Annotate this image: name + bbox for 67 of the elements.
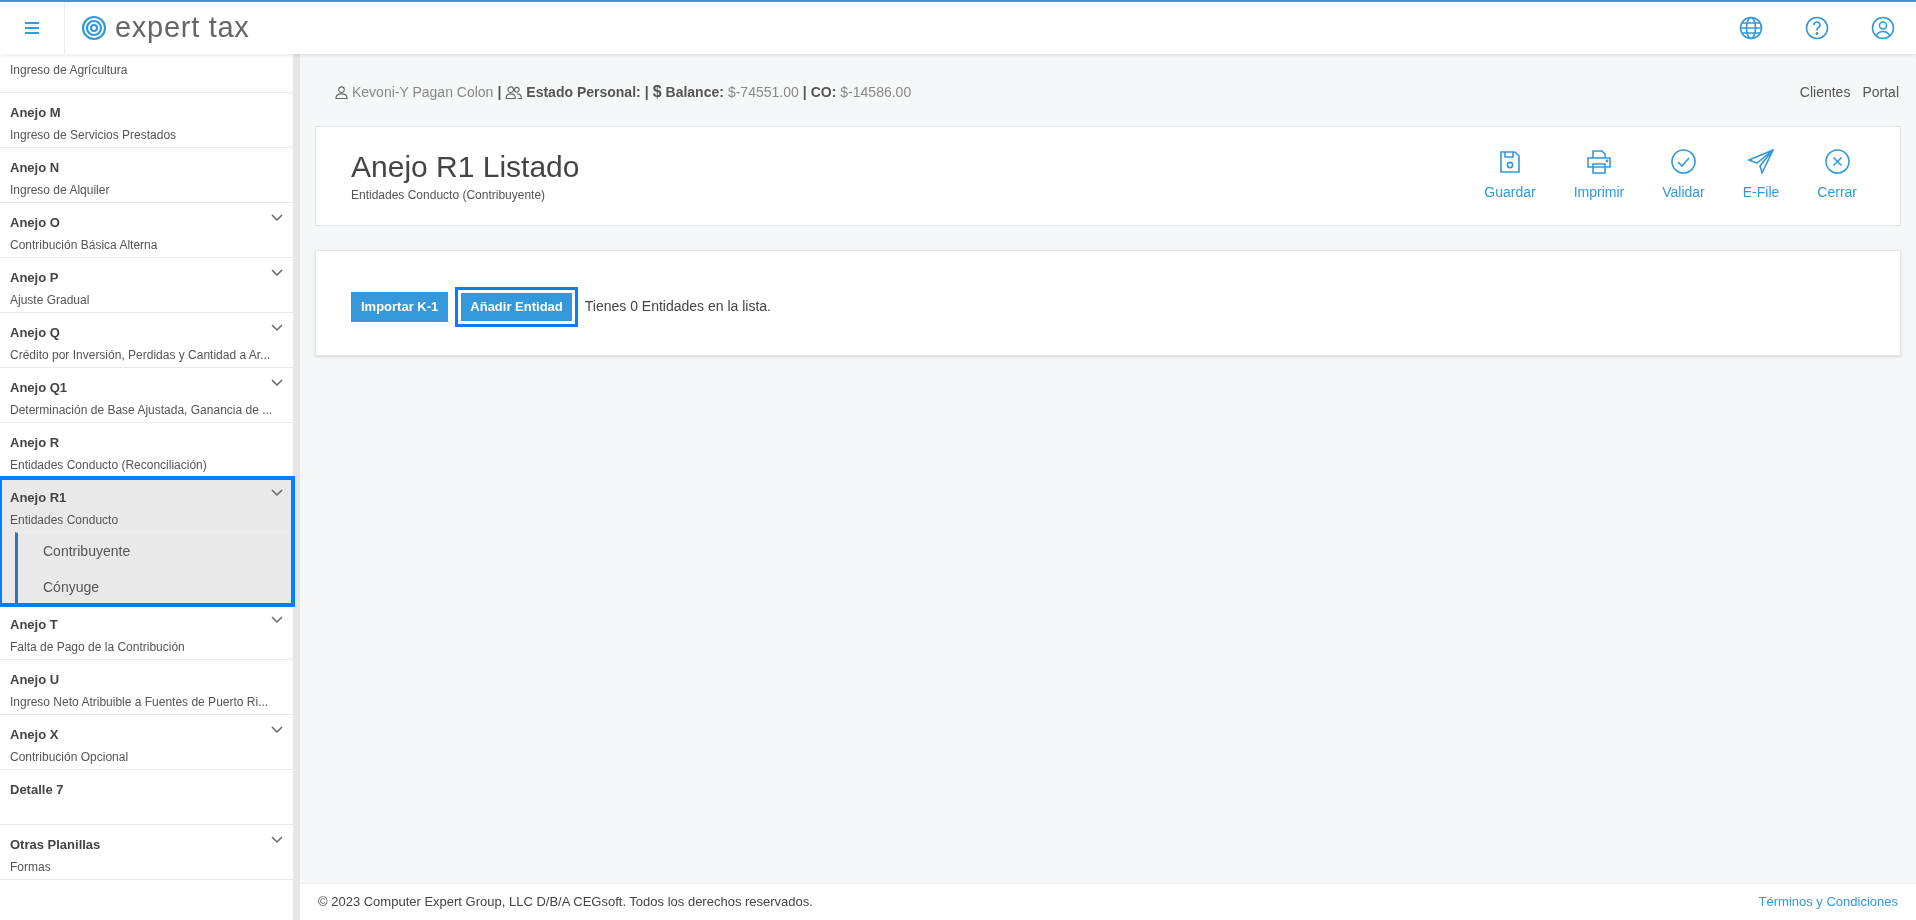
sidebar-item-title: Anejo M bbox=[10, 104, 61, 122]
paper-plane-icon bbox=[1748, 149, 1775, 174]
client-name: Kevoni-Y Pagan Colon bbox=[352, 82, 494, 102]
sidebar-item-title: Anejo T bbox=[10, 616, 58, 634]
sidebar-item-title: Anejo R1 bbox=[10, 489, 67, 507]
check-circle-icon bbox=[1671, 149, 1696, 174]
entity-count-message: Tienes 0 Entidades en la lista. bbox=[584, 297, 771, 316]
sidebar-item-title: Anejo R bbox=[10, 434, 60, 452]
sidebar-item-subtitle: Ingreso de Alquiler bbox=[10, 181, 110, 199]
sidebar-item-subtitle: Entidades Conducto (Reconciliación) bbox=[10, 456, 207, 474]
separator: | bbox=[802, 82, 807, 102]
separator: | bbox=[644, 82, 649, 102]
sidebar-item-subtitle: Ajuste Gradual bbox=[10, 291, 90, 309]
nav-link[interactable]: Portal bbox=[1862, 81, 1899, 103]
globe-icon[interactable] bbox=[1739, 16, 1763, 40]
sidebar-subitem[interactable]: Cónyuge bbox=[18, 569, 293, 605]
person-icon bbox=[335, 85, 348, 99]
close-icon bbox=[1824, 149, 1850, 174]
separator: | bbox=[497, 82, 502, 102]
sidebar-item-subtitle: Crédito por Inversión, Perdidas y Cantidad a Ar... bbox=[10, 346, 271, 364]
dollar-sign: $ bbox=[652, 82, 662, 102]
chevron-down-icon[interactable] bbox=[271, 836, 283, 844]
sidebar-item-subtitle: Ingreso de Servicios Prestados bbox=[10, 126, 177, 144]
sidebar-item-subtitle: Contribución Básica Alterna bbox=[10, 236, 158, 254]
save-icon bbox=[1499, 150, 1521, 174]
sidebar-item-title: Anejo Q1 bbox=[10, 379, 68, 397]
sidebar-item-title: Anejo N bbox=[10, 159, 60, 177]
chevron-down-icon[interactable] bbox=[271, 616, 283, 624]
sidebar-item-subtitle: Contribución Opcional bbox=[10, 748, 129, 766]
menu-icon bbox=[25, 22, 39, 34]
people-icon bbox=[505, 85, 523, 99]
sidebar-item-subtitle: Ingreso de Agrícultura bbox=[10, 62, 128, 79]
chevron-down-icon[interactable] bbox=[271, 324, 283, 332]
sidebar-item-title: Anejo X bbox=[10, 726, 59, 744]
sidebar-item-subtitle: Determinación de Base Ajustada, Ganancia de ... bbox=[10, 401, 273, 419]
sidebar-item-title: Anejo P bbox=[10, 269, 59, 287]
co-value: $-14586.00 bbox=[840, 82, 912, 102]
co-label: CO: bbox=[810, 82, 837, 102]
chevron-down-icon[interactable] bbox=[271, 214, 283, 222]
copyright-text: © 2023 Computer Expert Group, LLC D/B/A CEGsoft. Todos los derechos reservados. bbox=[318, 893, 813, 912]
sidebar-item-title: Anejo Q bbox=[10, 324, 60, 342]
chevron-down-icon[interactable] bbox=[271, 379, 283, 387]
chevron-down-icon[interactable] bbox=[271, 269, 283, 277]
logo-icon bbox=[81, 15, 107, 41]
brand-name: expert tax bbox=[115, 10, 250, 46]
help-icon[interactable] bbox=[1805, 16, 1829, 40]
sidebar-item-subtitle: Entidades Conducto bbox=[10, 511, 119, 529]
sidebar-item-title: Anejo O bbox=[10, 214, 60, 232]
nav-link[interactable]: Clientes bbox=[1799, 81, 1851, 103]
sidebar-item-subtitle: Falta de Pago de la Contribución bbox=[10, 638, 185, 656]
chevron-down-icon[interactable] bbox=[271, 726, 283, 734]
sidebar-subitem[interactable]: Contribuyente bbox=[18, 533, 293, 569]
chevron-down-icon[interactable] bbox=[271, 489, 283, 497]
sidebar-item-subtitle: Ingreso Neto Atribuible a Fuentes de Puerto Ri... bbox=[10, 693, 269, 711]
sidebar-item-title: Anejo U bbox=[10, 671, 60, 689]
scrollbar[interactable] bbox=[293, 54, 300, 920]
printer-icon bbox=[1585, 150, 1612, 174]
marital-status-label: Estado Personal: bbox=[526, 82, 641, 102]
user-icon[interactable] bbox=[1871, 16, 1895, 40]
sidebar-item[interactable]: Anejo R1 Entidades Conducto Contribuyente Cónyuge bbox=[0, 478, 293, 605]
page-subtitle: Entidades Conducto (Contribuyente) bbox=[351, 186, 547, 204]
sidebar-item-title: Otras Planillas bbox=[10, 836, 101, 854]
balance-label: Balance: bbox=[665, 82, 724, 102]
sidebar-item-title: Detalle 7 bbox=[10, 781, 64, 799]
page-title: Anejo R1 Listado bbox=[351, 149, 580, 186]
sidebar-item-subtitle: Formas bbox=[10, 858, 51, 876]
balance-value: $-74551.00 bbox=[727, 82, 799, 102]
